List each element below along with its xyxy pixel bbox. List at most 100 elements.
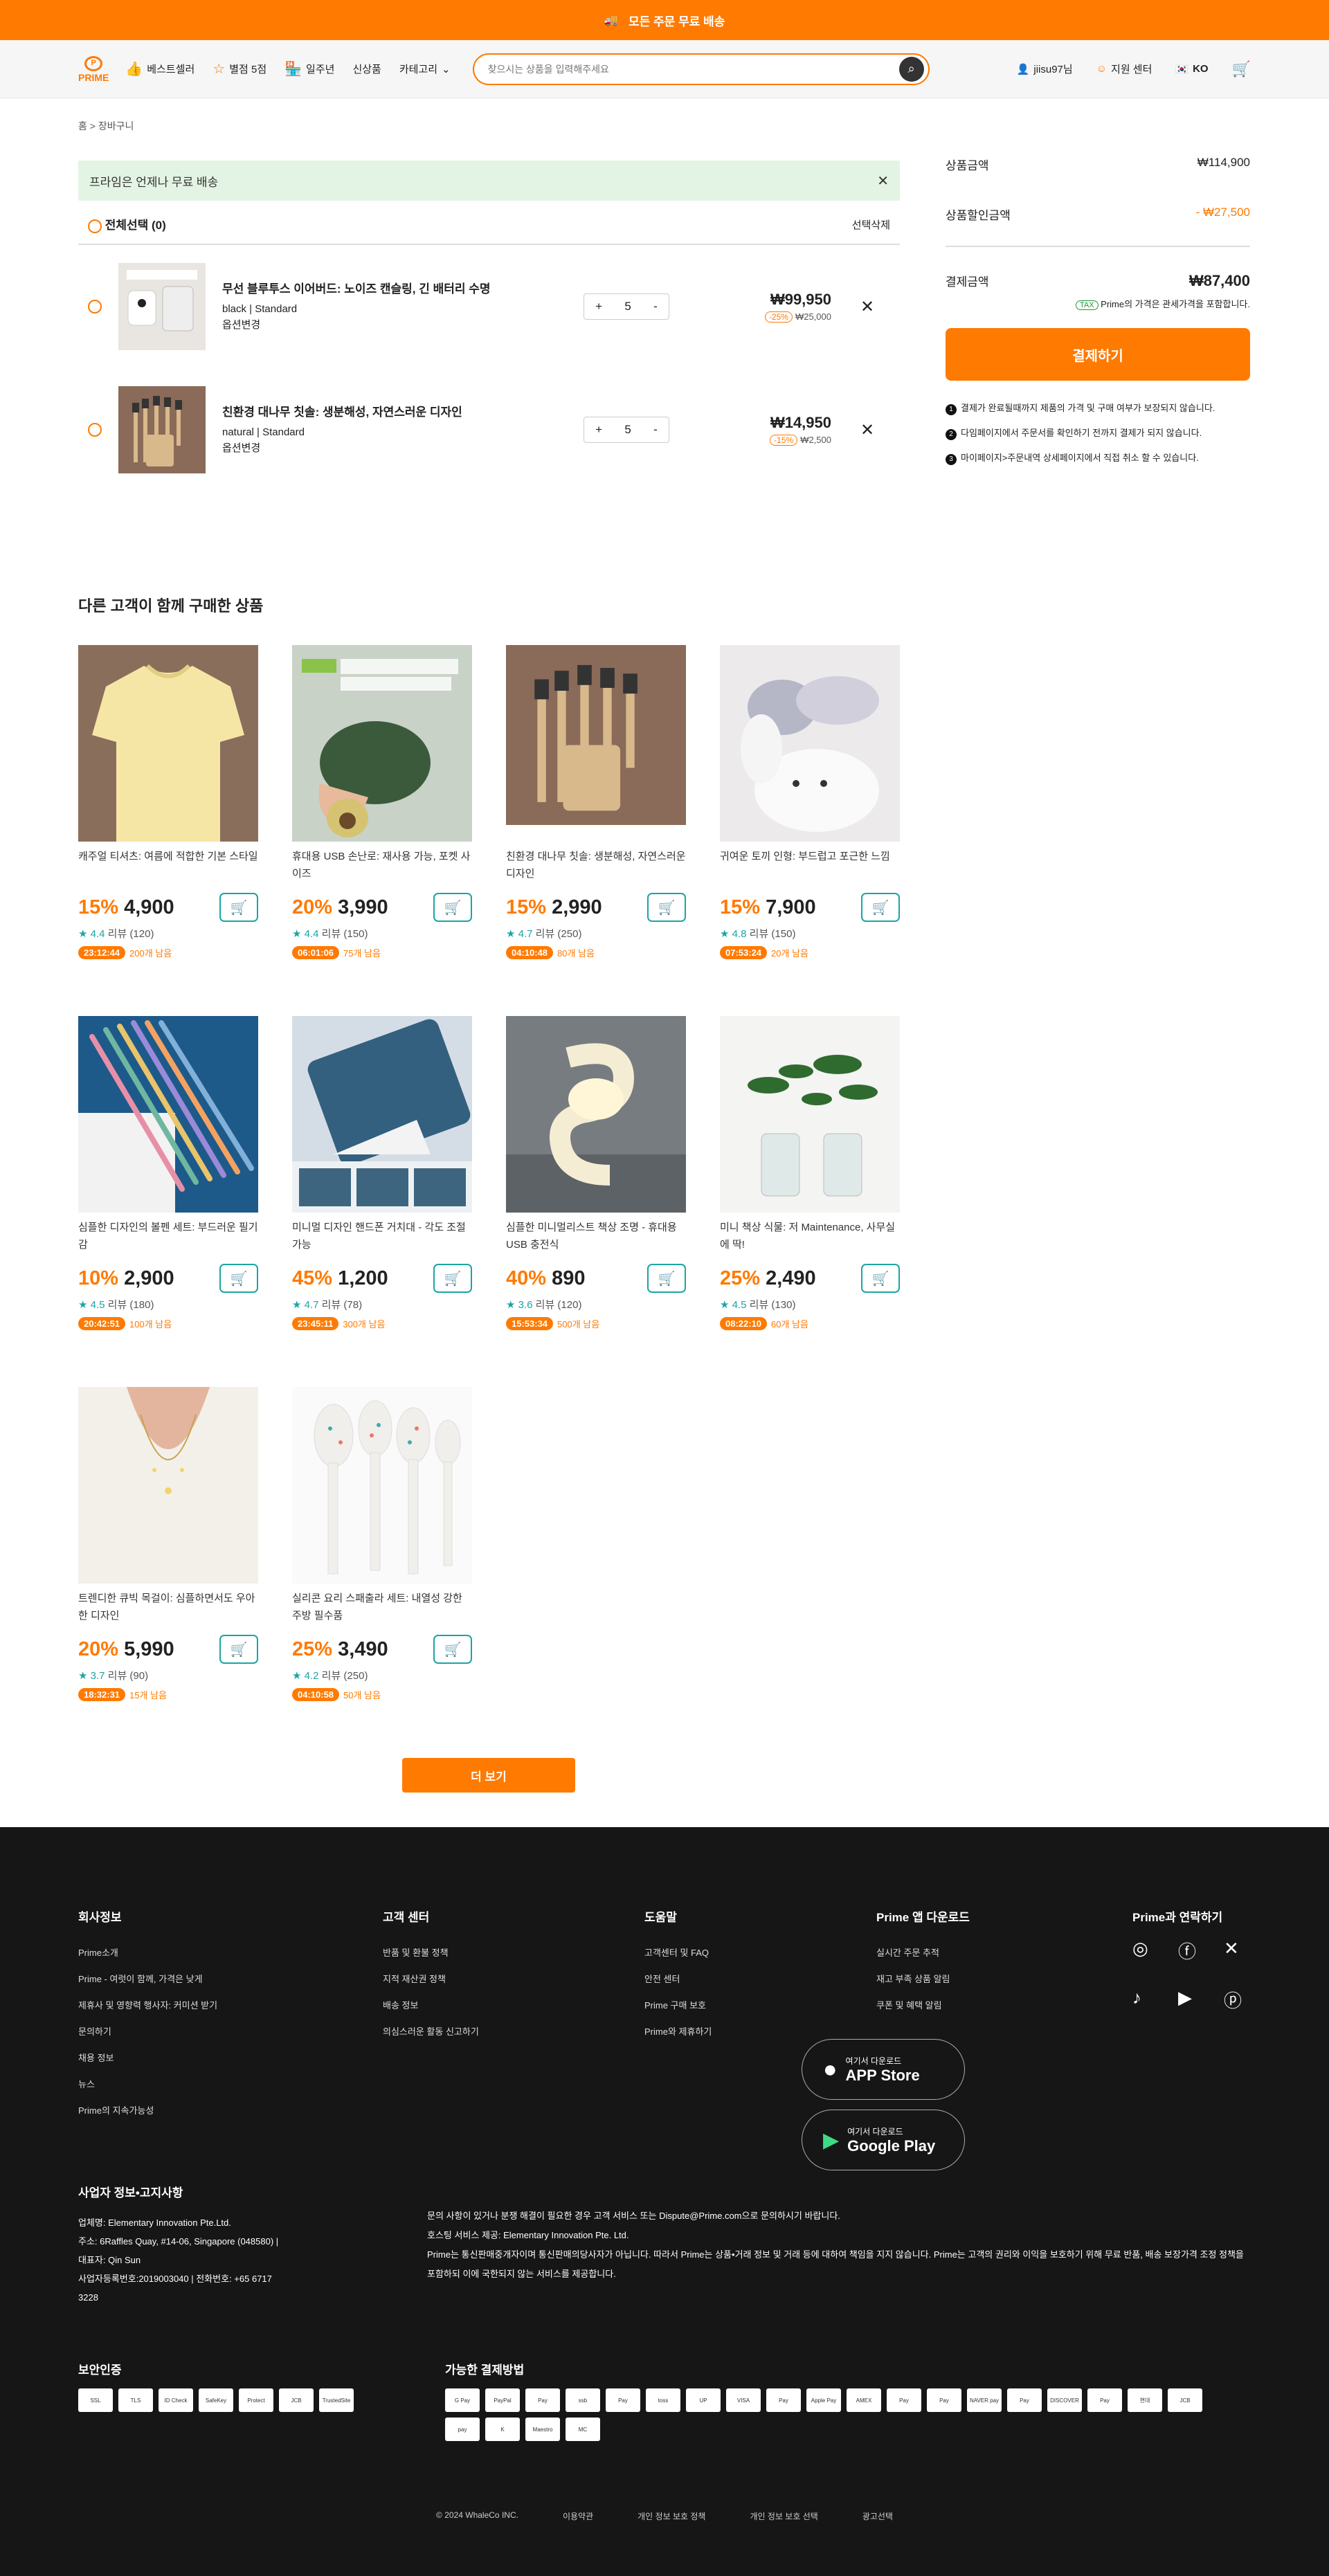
footer-bottom-link[interactable]: 개인 정보 보호 정책 — [638, 2510, 705, 2522]
product-name[interactable]: 휴대용 USB 손난로: 재사용 가능, 포켓 사이즈 — [292, 849, 472, 885]
footer-link[interactable]: 재고 부족 상품 알림 — [876, 1966, 970, 1993]
nav-new[interactable]: 신상품 — [352, 62, 381, 76]
product-name[interactable]: 트렌디한 큐빅 목걸이: 심플하면서도 우아한 디자인 — [78, 1590, 258, 1626]
product-name[interactable]: 친환경 대나무 칫솔: 생분해성, 자연스러운 디자인 — [506, 849, 686, 885]
footer-link[interactable]: 제휴사 및 영향력 행사자: 커미션 받기 — [78, 1993, 217, 2019]
remove-item-icon[interactable]: ✕ — [860, 297, 874, 317]
decrease-button[interactable]: + — [595, 300, 602, 314]
nav-category[interactable]: 카테고리 ⌄ — [399, 62, 451, 76]
add-to-cart-icon[interactable]: 🛒 — [433, 893, 472, 922]
add-to-cart-icon[interactable]: 🛒 — [861, 1264, 900, 1293]
cart-icon[interactable]: 🛒 — [1232, 60, 1251, 78]
breadcrumb-home[interactable]: 홈 — [78, 120, 87, 131]
add-to-cart-icon[interactable]: 🛒 — [433, 1264, 472, 1293]
add-to-cart-icon[interactable]: 🛒 — [433, 1635, 472, 1664]
product-card[interactable]: 심플한 미니멀리스트 책상 조명 - 휴대용 USB 충전식 40% 890 🛒… — [506, 1016, 686, 1387]
nav-bestseller[interactable]: 👍 베스트셀러 — [125, 60, 195, 78]
product-card[interactable]: 실리콘 요리 스패출라 세트: 내열성 강한 주방 필수품 25% 3,490 … — [292, 1387, 472, 1758]
product-image[interactable] — [720, 645, 900, 842]
x-icon[interactable]: ✕ — [1224, 1938, 1249, 1963]
change-option-link[interactable]: 옵션변경 — [222, 440, 513, 456]
product-name[interactable]: 캐주얼 티셔츠: 여름에 적합한 기본 스타일 — [78, 849, 258, 885]
youtube-icon[interactable]: ▶ — [1178, 1987, 1203, 2013]
footer-link[interactable]: Prime - 여럿이 함께, 가격은 낮게 — [78, 1966, 217, 1993]
increase-button[interactable]: - — [653, 300, 658, 314]
product-image[interactable] — [78, 1016, 258, 1213]
user-account[interactable]: 👤 jiisu97님 — [1017, 62, 1073, 76]
nav-anniversary[interactable]: 🏪 일주년 — [284, 60, 334, 78]
product-card[interactable]: 캐주얼 티셔츠: 여름에 적합한 기본 스타일 15% 4,900 🛒 ★ 4.… — [78, 645, 258, 1016]
product-card[interactable]: 미니 책상 식물: 저 Maintenance, 사무실에 딱! 25% 2,4… — [720, 1016, 900, 1387]
product-card[interactable]: 귀여운 토끼 인형: 부드럽고 포근한 느낌 15% 7,900 🛒 ★ 4.8… — [720, 645, 900, 1016]
search-input[interactable] — [487, 63, 899, 75]
product-card[interactable]: 심플한 디자인의 볼펜 세트: 부드러운 필기감 10% 2,900 🛒 ★ 4… — [78, 1016, 258, 1387]
footer-link[interactable]: 배송 정보 — [383, 1993, 479, 2019]
quantity-value[interactable]: 5 — [624, 300, 631, 314]
remove-item-icon[interactable]: ✕ — [860, 420, 874, 440]
decrease-button[interactable]: + — [595, 423, 602, 437]
quantity-value[interactable]: 5 — [624, 423, 631, 437]
footer-link[interactable]: 안전 센터 — [644, 1966, 712, 1993]
delete-selected-button[interactable]: 선택삭제 — [852, 217, 900, 232]
product-name[interactable]: 실리콘 요리 스패출라 세트: 내열성 강한 주방 필수품 — [292, 1590, 472, 1626]
product-card[interactable]: 휴대용 USB 손난로: 재사용 가능, 포켓 사이즈 20% 3,990 🛒 … — [292, 645, 472, 1016]
product-card[interactable]: 트렌디한 큐빅 목걸이: 심플하면서도 우아한 디자인 20% 5,990 🛒 … — [78, 1387, 258, 1758]
instagram-icon[interactable]: ◎ — [1132, 1938, 1157, 1963]
tiktok-icon[interactable]: ♪ — [1132, 1987, 1157, 2013]
product-name[interactable]: 미니 책상 식물: 저 Maintenance, 사무실에 딱! — [720, 1219, 900, 1255]
item-select-checkbox[interactable] — [88, 300, 102, 314]
pinterest-icon[interactable]: ⓟ — [1224, 1987, 1249, 2013]
footer-link[interactable]: 반품 및 환불 정책 — [383, 1940, 479, 1966]
footer-link[interactable]: 쿠폰 및 혜택 알림 — [876, 1993, 970, 2019]
language-select[interactable]: 🇰🇷 KO — [1175, 63, 1208, 75]
search-icon[interactable]: ⌕ — [898, 56, 924, 82]
select-all-checkbox[interactable]: 전체선택 (0) — [78, 215, 166, 233]
google-play-button[interactable]: ▶ 여기서 다운로드 Google Play — [802, 2110, 965, 2170]
product-image[interactable] — [292, 645, 472, 842]
nav-five-star[interactable]: ☆ 별점 5점 — [213, 60, 266, 78]
product-name[interactable]: 심플한 미니멀리스트 책상 조명 - 휴대용 USB 충전식 — [506, 1219, 686, 1255]
product-name[interactable]: 미니멀 디자인 핸드폰 거치대 - 각도 조절 가능 — [292, 1219, 472, 1255]
footer-link[interactable]: 고객센터 및 FAQ — [644, 1940, 712, 1966]
footer-link[interactable]: 문의하기 — [78, 2019, 217, 2045]
footer-bottom-link[interactable]: 이용약관 — [563, 2510, 593, 2522]
product-image[interactable] — [720, 1016, 900, 1213]
footer-link[interactable]: 지적 재산권 정책 — [383, 1966, 479, 1993]
product-card[interactable]: 미니멀 디자인 핸드폰 거치대 - 각도 조절 가능 45% 1,200 🛒 ★… — [292, 1016, 472, 1387]
add-to-cart-icon[interactable]: 🛒 — [219, 1635, 258, 1664]
product-name[interactable]: 심플한 디자인의 볼펜 세트: 부드러운 필기감 — [78, 1219, 258, 1255]
close-icon[interactable]: ✕ — [877, 172, 889, 190]
product-card[interactable]: 친환경 대나무 칫솔: 생분해성, 자연스러운 디자인 15% 2,990 🛒 … — [506, 645, 686, 1016]
app-store-button[interactable]: ● 여기서 다운로드 APP Store — [802, 2039, 965, 2100]
cart-item-image[interactable] — [118, 263, 206, 350]
change-option-link[interactable]: 옵션변경 — [222, 317, 513, 333]
footer-link[interactable]: 뉴스 — [78, 2071, 217, 2098]
pay-button[interactable]: 결제하기 — [946, 328, 1250, 381]
add-to-cart-icon[interactable]: 🛒 — [219, 893, 258, 922]
product-image[interactable] — [78, 1387, 258, 1584]
product-image[interactable] — [506, 1016, 686, 1213]
add-to-cart-icon[interactable]: 🛒 — [647, 893, 686, 922]
footer-link[interactable]: Prime소개 — [78, 1940, 217, 1966]
product-image[interactable] — [292, 1016, 472, 1213]
footer-bottom-link[interactable]: 광고선택 — [862, 2510, 893, 2522]
footer-link[interactable]: Prime의 지속가능성 — [78, 2098, 217, 2124]
product-image[interactable] — [292, 1387, 472, 1584]
cart-item-title[interactable]: 무선 블루투스 이어버드: 노이즈 캔슬링, 긴 배터리 수명 — [222, 280, 513, 298]
product-image[interactable] — [506, 645, 686, 842]
increase-button[interactable]: - — [653, 423, 658, 437]
add-to-cart-icon[interactable]: 🛒 — [219, 1264, 258, 1293]
add-to-cart-icon[interactable]: 🛒 — [861, 893, 900, 922]
footer-link[interactable]: Prime 구매 보호 — [644, 1993, 712, 2019]
product-name[interactable]: 귀여운 토끼 인형: 부드럽고 포근한 느낌 — [720, 849, 900, 885]
add-to-cart-icon[interactable]: 🛒 — [647, 1264, 686, 1293]
product-image[interactable] — [78, 645, 258, 842]
facebook-icon[interactable]: ⓕ — [1178, 1938, 1203, 1963]
footer-link[interactable]: 채용 정보 — [78, 2045, 217, 2071]
footer-link[interactable]: 실시간 주문 추적 — [876, 1940, 970, 1966]
footer-link[interactable]: 의심스러운 활동 신고하기 — [383, 2019, 479, 2045]
cart-item-title[interactable]: 친환경 대나무 칫솔: 생분해성, 자연스러운 디자인 — [222, 403, 513, 421]
support-center[interactable]: ☺ 지원 센터 — [1096, 62, 1152, 76]
prime-logo[interactable]: P PRIME — [78, 55, 109, 82]
footer-bottom-link[interactable]: 개인 정보 보호 선택 — [750, 2510, 817, 2522]
